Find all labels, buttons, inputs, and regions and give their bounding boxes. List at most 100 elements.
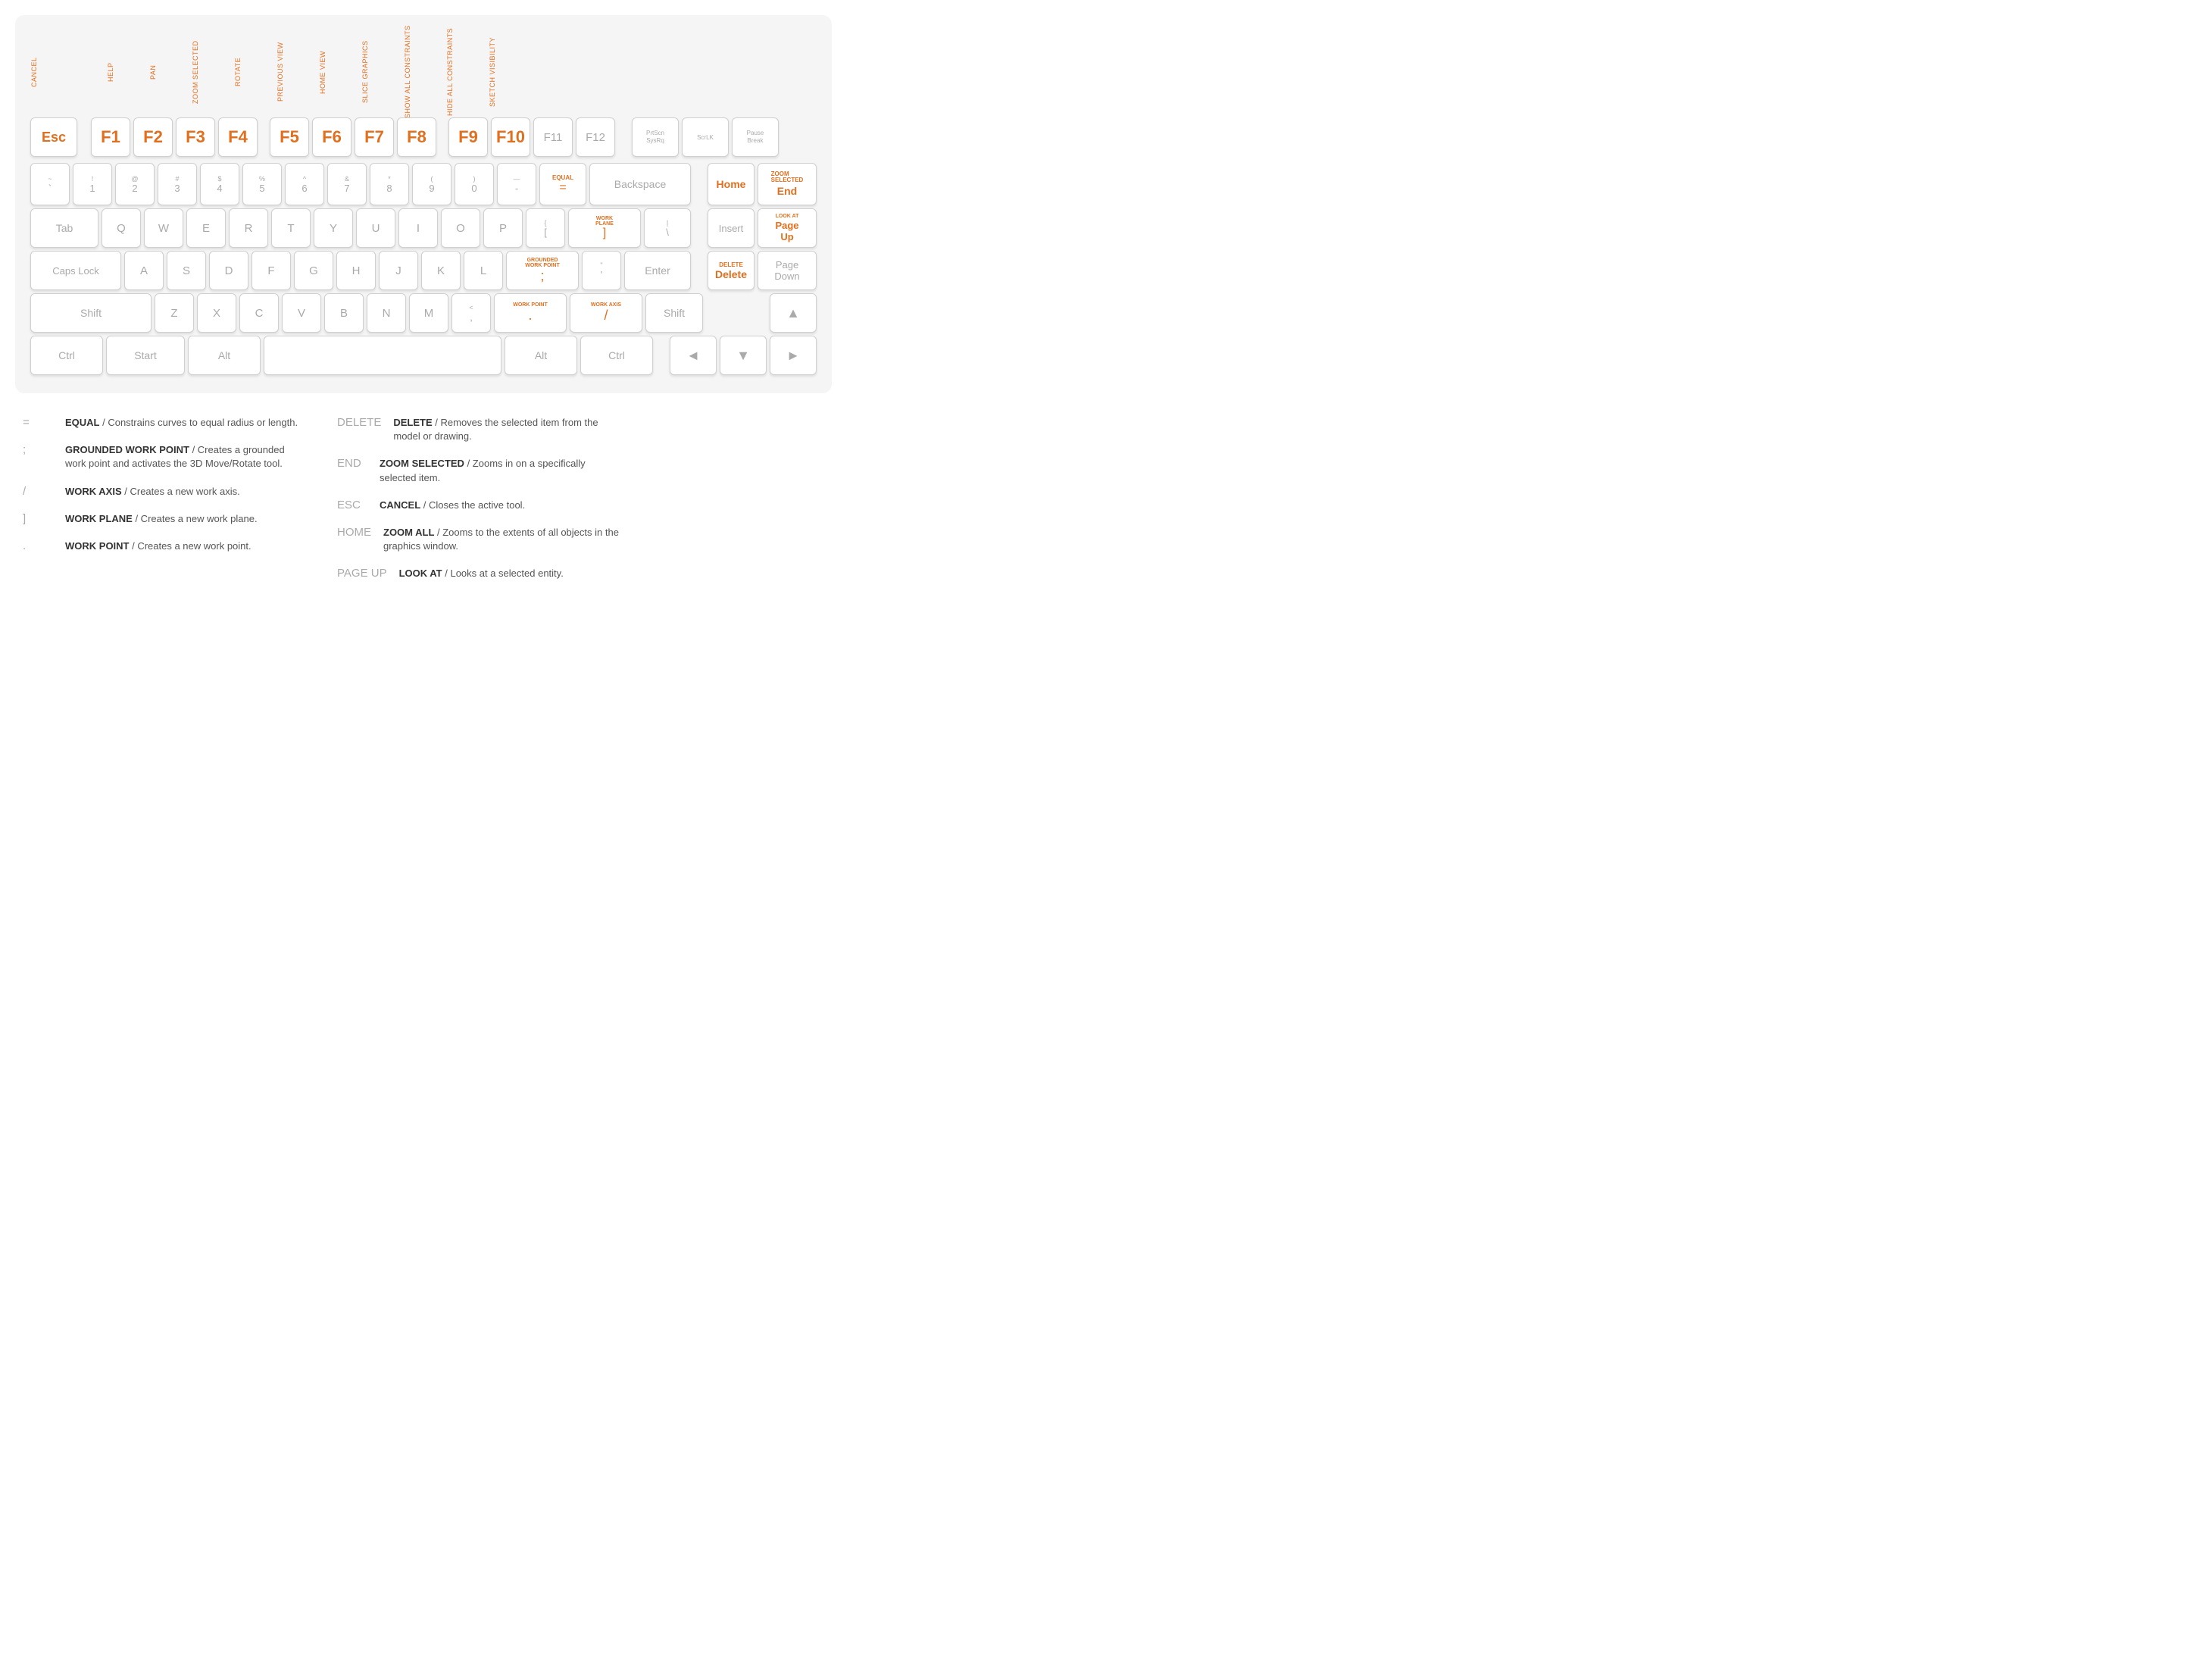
key-alt-left[interactable]: Alt: [188, 336, 261, 375]
key-k[interactable]: K: [421, 251, 461, 290]
fn-right-gap: [618, 117, 629, 157]
key-quote[interactable]: " ': [582, 251, 621, 290]
key-tab[interactable]: Tab: [30, 208, 98, 248]
key-9[interactable]: ( 9: [412, 163, 451, 205]
key-f6[interactable]: F6: [312, 117, 351, 157]
key-home[interactable]: Home: [708, 163, 755, 205]
key-minus[interactable]: — -: [497, 163, 536, 205]
fn-group-gap2: [439, 117, 445, 157]
key-f11[interactable]: F11: [533, 117, 573, 157]
key-3[interactable]: # 3: [158, 163, 197, 205]
legend-item-semi: ; GROUNDED WORK POINT / Creates a ground…: [23, 443, 307, 471]
key-ctrl-right[interactable]: Ctrl: [580, 336, 653, 375]
fn-label-previous-view: PREVIOUS VIEW: [276, 30, 284, 114]
key-r[interactable]: R: [229, 208, 268, 248]
key-t-label: T: [287, 222, 294, 235]
caps-key-row: Caps Lock A S D F G H J K L GROUNDEDWORK…: [30, 251, 817, 290]
key-pause[interactable]: PauseBreak: [732, 117, 779, 157]
key-6[interactable]: ^ 6: [285, 163, 324, 205]
cancel-label: CANCEL: [30, 30, 38, 114]
key-w[interactable]: W: [144, 208, 183, 248]
key-down[interactable]: ▼: [720, 336, 767, 375]
key-capslock[interactable]: Caps Lock: [30, 251, 121, 290]
key-p[interactable]: P: [483, 208, 523, 248]
key-f2[interactable]: F2: [133, 117, 173, 157]
legend-text-esc: CANCEL / Closes the active tool.: [380, 499, 525, 512]
key-o[interactable]: O: [441, 208, 480, 248]
key-at: @: [131, 175, 138, 183]
key-f7[interactable]: F7: [355, 117, 394, 157]
key-s[interactable]: S: [167, 251, 206, 290]
key-prtscn[interactable]: PrtScnSysRq: [632, 117, 679, 157]
key-v[interactable]: V: [282, 293, 321, 333]
key-right[interactable]: ►: [770, 336, 817, 375]
keyboard-container: CANCEL HELP PAN ZOOM SELECTED ROTATE PRE…: [15, 15, 832, 393]
key-up[interactable]: ▲: [770, 293, 817, 333]
key-b[interactable]: B: [324, 293, 364, 333]
key-equal[interactable]: EQUAL =: [539, 163, 586, 205]
key-backtick[interactable]: ~ `: [30, 163, 70, 205]
key-lbracket[interactable]: { [: [526, 208, 565, 248]
key-7[interactable]: & 7: [327, 163, 367, 205]
key-period[interactable]: WORK POINT .: [494, 293, 567, 333]
key-4[interactable]: $ 4: [200, 163, 239, 205]
key-percent: %: [259, 175, 265, 183]
key-u[interactable]: U: [356, 208, 395, 248]
key-esc[interactable]: Esc: [30, 117, 77, 157]
key-ctrl-left[interactable]: Ctrl: [30, 336, 103, 375]
key-pagedown[interactable]: Page Down: [758, 251, 817, 290]
key-f12[interactable]: F12: [576, 117, 615, 157]
key-alt-right[interactable]: Alt: [505, 336, 577, 375]
key-slash[interactable]: WORK AXIS /: [570, 293, 642, 333]
key-9-label: 9: [429, 183, 434, 194]
key-enter[interactable]: Enter: [624, 251, 691, 290]
key-q[interactable]: Q: [102, 208, 141, 248]
key-c[interactable]: C: [239, 293, 279, 333]
key-0[interactable]: ) 0: [455, 163, 494, 205]
key-f1[interactable]: F1: [91, 117, 130, 157]
key-insert[interactable]: Insert: [708, 208, 755, 248]
key-y[interactable]: Y: [314, 208, 353, 248]
key-rbracket[interactable]: WORKPLANE ]: [568, 208, 641, 248]
key-h[interactable]: H: [336, 251, 376, 290]
key-i[interactable]: I: [398, 208, 438, 248]
key-scrlk[interactable]: ScrLK: [682, 117, 729, 157]
key-tilde: ~: [48, 175, 52, 183]
key-a[interactable]: A: [124, 251, 164, 290]
key-g[interactable]: G: [294, 251, 333, 290]
key-f4[interactable]: F4: [218, 117, 258, 157]
key-5[interactable]: % 5: [242, 163, 282, 205]
key-backslash[interactable]: | \: [644, 208, 691, 248]
key-n[interactable]: N: [367, 293, 406, 333]
key-1[interactable]: ! 1: [73, 163, 112, 205]
key-z[interactable]: Z: [155, 293, 194, 333]
key-x[interactable]: X: [197, 293, 236, 333]
key-left[interactable]: ◄: [670, 336, 717, 375]
key-m[interactable]: M: [409, 293, 448, 333]
key-f8[interactable]: F8: [397, 117, 436, 157]
key-space[interactable]: [264, 336, 501, 375]
key-d[interactable]: D: [209, 251, 248, 290]
key-f5[interactable]: F5: [270, 117, 309, 157]
key-f3[interactable]: F3: [176, 117, 215, 157]
key-f10[interactable]: F10: [491, 117, 530, 157]
key-backspace[interactable]: Backspace: [589, 163, 691, 205]
key-l[interactable]: L: [464, 251, 503, 290]
key-delete[interactable]: DELETE Delete: [708, 251, 755, 290]
key-f[interactable]: F: [252, 251, 291, 290]
key-t[interactable]: T: [271, 208, 311, 248]
key-e[interactable]: E: [186, 208, 226, 248]
legend-text-period: WORK POINT / Creates a new work point.: [65, 539, 252, 553]
key-j[interactable]: J: [379, 251, 418, 290]
key-8[interactable]: * 8: [370, 163, 409, 205]
key-3-label: 3: [174, 183, 180, 194]
key-pageup[interactable]: LOOK AT PageUp: [758, 208, 817, 248]
key-end[interactable]: ZOOMSELECTED End: [758, 163, 817, 205]
key-semicolon[interactable]: GROUNDEDWORK POINT ;: [506, 251, 579, 290]
key-comma[interactable]: < ,: [451, 293, 491, 333]
key-2[interactable]: @ 2: [115, 163, 155, 205]
key-start[interactable]: Start: [106, 336, 185, 375]
key-shift-right[interactable]: Shift: [645, 293, 703, 333]
key-shift-left[interactable]: Shift: [30, 293, 152, 333]
key-f9[interactable]: F9: [448, 117, 488, 157]
